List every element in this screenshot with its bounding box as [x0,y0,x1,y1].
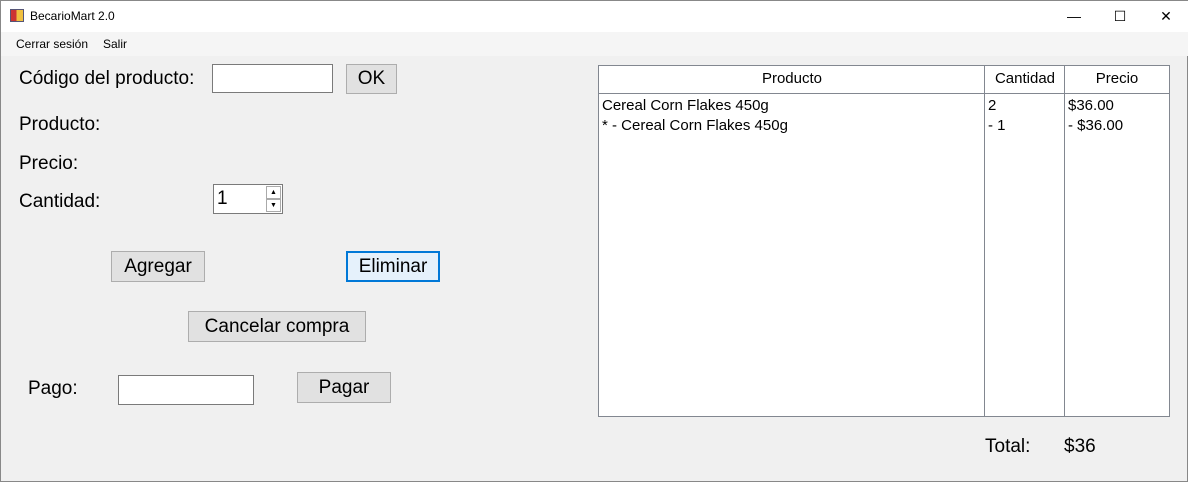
close-button[interactable]: ✕ [1143,1,1188,32]
pagar-button[interactable]: Pagar [297,372,391,403]
cantidad-value: 1 [217,188,228,209]
cart-listview[interactable]: Producto Cantidad Precio Cereal Corn Fla… [598,65,1170,417]
row-1-producto[interactable]: Cereal Corn Flakes 450g [602,97,769,114]
row-2-cantidad: - 1 [988,117,1006,134]
spin-up-icon[interactable]: ▲ [266,186,281,199]
precio-label: Precio: [19,153,79,174]
row-2-producto[interactable]: * - Cereal Corn Flakes 450g [602,117,788,134]
window-title: BecarioMart 2.0 [30,9,115,23]
header-cantidad[interactable]: Cantidad [985,66,1065,94]
maximize-button[interactable]: ☐ [1097,1,1143,32]
pago-input[interactable] [118,375,254,405]
row-1-precio: $36.00 [1068,97,1114,114]
cantidad-stepper[interactable]: 1 ▲ ▼ [213,184,283,214]
header-producto[interactable]: Producto [599,66,985,94]
app-icon [10,9,24,22]
eliminar-button[interactable]: Eliminar [346,251,440,282]
menu-salir[interactable]: Salir [103,37,127,51]
menu-cerrar-sesion[interactable]: Cerrar sesión [16,37,88,51]
header-precio[interactable]: Precio [1065,66,1169,94]
cantidad-label: Cantidad: [19,191,101,212]
codigo-input[interactable] [212,64,333,93]
title-bar: BecarioMart 2.0 — ☐ ✕ [1,1,1188,32]
row-1-cantidad: 2 [988,97,997,114]
codigo-label: Código del producto: [19,68,195,89]
total-value: $36 [1064,436,1096,457]
row-2-precio: - $36.00 [1068,117,1124,134]
cancelar-compra-button[interactable]: Cancelar compra [188,311,366,342]
total-label: Total: [985,436,1031,457]
menu-bar [1,32,1188,56]
pago-label: Pago: [28,378,78,399]
ok-button[interactable]: OK [346,64,397,94]
spin-down-icon[interactable]: ▼ [266,199,281,212]
producto-label: Producto: [19,114,101,135]
minimize-button[interactable]: — [1051,1,1097,32]
agregar-button[interactable]: Agregar [111,251,205,282]
